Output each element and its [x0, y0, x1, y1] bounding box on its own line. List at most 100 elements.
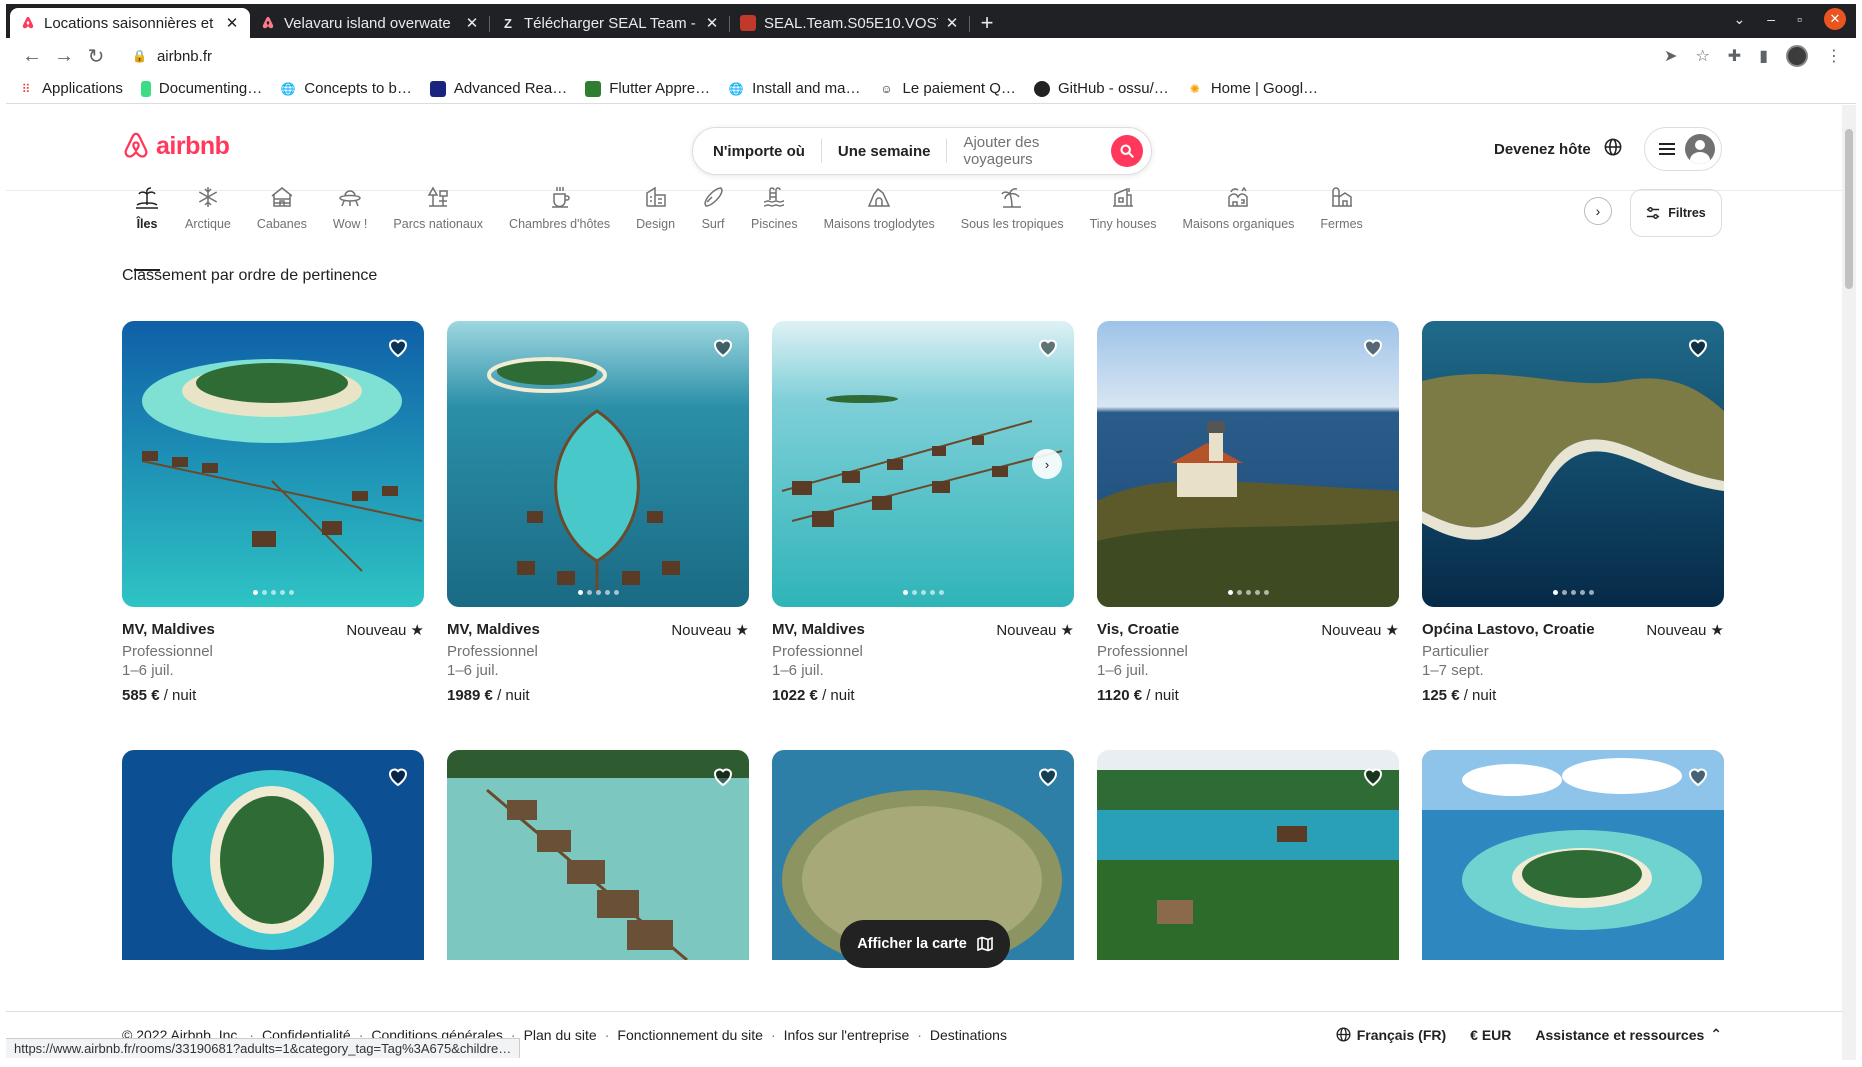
listing-card[interactable]	[447, 750, 749, 960]
bookmark-item[interactable]: GitHub - ossu/…	[1033, 80, 1169, 97]
heart-favorite-icon[interactable]	[711, 335, 735, 359]
close-tab-icon[interactable]: ✕	[224, 14, 240, 32]
listing-photo[interactable]	[1422, 750, 1724, 960]
bookmark-item[interactable]: 🌐 Concepts to b…	[280, 80, 412, 97]
tab-search-icon[interactable]: ⌄	[1734, 11, 1746, 28]
bookmark-star-icon[interactable]: ☆	[1695, 46, 1709, 66]
footer-link[interactable]: Destinations	[930, 1027, 1007, 1043]
listing-card[interactable]	[1097, 750, 1399, 960]
bookmark-item[interactable]: ✺ Home | Googl…	[1187, 80, 1318, 97]
bookmark-item[interactable]: Documenting…	[140, 80, 262, 97]
browser-tab[interactable]: Velavaru island overwate ✕	[250, 8, 490, 38]
browser-tab[interactable]: SEAL.Team.S05E10.VOSTF ✕	[730, 8, 970, 38]
side-panel-icon[interactable]: ▮	[1759, 46, 1768, 66]
heart-favorite-icon[interactable]	[1686, 335, 1710, 359]
back-arrow-icon[interactable]: ←	[16, 42, 48, 70]
show-map-button[interactable]: Afficher la carte	[840, 920, 1010, 968]
listing-photo[interactable]	[447, 321, 749, 607]
filters-button[interactable]: Filtres	[1630, 189, 1722, 237]
category-tropical[interactable]: Sous les tropiques	[948, 185, 1077, 255]
category-islands[interactable]: Îles	[122, 185, 172, 271]
new-tab-button[interactable]: +	[970, 8, 1004, 38]
category-surf[interactable]: Surf	[688, 185, 738, 255]
listing-photo[interactable]	[1097, 750, 1399, 960]
photo-next-button[interactable]: ›	[1032, 449, 1062, 479]
profile-avatar[interactable]	[1786, 45, 1808, 67]
search-button[interactable]	[1111, 135, 1143, 167]
minimize-icon[interactable]: –	[1767, 11, 1775, 27]
listing-card[interactable]: MV, Maldives Nouveau ★ Professionnel 1–6 …	[447, 321, 749, 704]
listing-card[interactable]: Vis, Croatie Nouveau ★ Professionnel 1–6 …	[1097, 321, 1399, 704]
category-pools[interactable]: Piscines	[738, 185, 811, 255]
globe-icon: 🌐	[728, 81, 744, 96]
bookmark-item[interactable]: ⠿ Applications	[18, 80, 123, 97]
heart-favorite-icon[interactable]	[711, 764, 735, 788]
listing-card[interactable]	[122, 750, 424, 960]
listing-card[interactable]	[1422, 750, 1724, 960]
heart-favorite-icon[interactable]	[386, 335, 410, 359]
heart-favorite-icon[interactable]	[1361, 764, 1385, 788]
menu-kebab-icon[interactable]: ⋮	[1826, 46, 1842, 66]
listing-photo[interactable]	[122, 321, 424, 607]
heart-favorite-icon[interactable]	[1686, 764, 1710, 788]
github-icon	[1033, 80, 1050, 97]
category-caves[interactable]: Maisons troglodytes	[811, 185, 948, 255]
listing-card[interactable]: Općina Lastovo, Croatie Nouveau ★ Particu…	[1422, 321, 1724, 704]
category-arctic[interactable]: Arctique	[172, 185, 244, 255]
heart-favorite-icon[interactable]	[1036, 335, 1060, 359]
close-tab-icon[interactable]: ✕	[464, 14, 480, 32]
scrollbar-thumb[interactable]	[1845, 129, 1853, 289]
currency-selector[interactable]: € EUR	[1470, 1027, 1511, 1043]
category-bed-breakfast[interactable]: Chambres d'hôtes	[496, 185, 623, 255]
category-design[interactable]: Design	[623, 185, 688, 255]
address-bar[interactable]: 🔒 airbnb.fr	[120, 42, 1664, 70]
close-window-icon[interactable]: ✕	[1824, 8, 1846, 30]
user-menu-button[interactable]	[1644, 127, 1722, 171]
heart-favorite-icon[interactable]	[1361, 335, 1385, 359]
airbnb-logo[interactable]: airbnb	[122, 131, 230, 161]
language-globe-icon[interactable]	[1604, 138, 1622, 161]
listing-photo[interactable]	[122, 750, 424, 960]
heart-favorite-icon[interactable]	[1036, 764, 1060, 788]
footer-link[interactable]: Fonctionnement du site	[617, 1027, 763, 1043]
browser-tab[interactable]: Locations saisonnières et ✕	[10, 8, 250, 38]
footer-link[interactable]: Infos sur l'entreprise	[784, 1027, 910, 1043]
category-organic-houses[interactable]: Maisons organiques	[1170, 185, 1308, 255]
category-wow[interactable]: Wow !	[320, 185, 381, 255]
category-scroll-right-button[interactable]: ›	[1584, 197, 1612, 225]
footer-link[interactable]: Plan du site	[524, 1027, 597, 1043]
lock-icon[interactable]: 🔒	[132, 49, 147, 63]
category-tiny-houses[interactable]: Tiny houses	[1077, 185, 1170, 255]
language-selector[interactable]: Français (FR)	[1336, 1027, 1446, 1043]
browser-tab[interactable]: Z Télécharger SEAL Team - S ✕	[490, 8, 730, 38]
bookmark-item[interactable]: Flutter Appre…	[585, 80, 710, 97]
listing-photo[interactable]	[447, 750, 749, 960]
listing-photo[interactable]: ›	[772, 321, 1074, 607]
heart-favorite-icon[interactable]	[386, 764, 410, 788]
send-icon[interactable]: ➤	[1664, 46, 1677, 66]
search-where[interactable]: N'importe où	[693, 139, 822, 163]
become-host-link[interactable]: Devenez hôte	[1494, 141, 1591, 158]
reload-icon[interactable]: ↻	[80, 42, 112, 70]
forward-arrow-icon[interactable]: →	[48, 42, 80, 70]
category-national-parks[interactable]: Parcs nationaux	[380, 185, 496, 255]
search-when[interactable]: Une semaine	[822, 139, 948, 163]
listing-photo[interactable]	[1422, 321, 1724, 607]
search-bar[interactable]: N'importe où Une semaine Ajouter des voy…	[692, 127, 1152, 175]
url-text: airbnb.fr	[156, 47, 212, 65]
extensions-icon[interactable]: ✚	[1728, 46, 1741, 66]
restore-icon[interactable]: ▫	[1797, 11, 1802, 27]
listing-card[interactable]: › MV, Maldives Nouveau ★ Professionnel 1–…	[772, 321, 1074, 704]
close-tab-icon[interactable]: ✕	[704, 14, 720, 32]
bookmark-item[interactable]: 🌐 Install and ma…	[728, 80, 861, 97]
close-tab-icon[interactable]: ✕	[944, 14, 960, 32]
bookmark-item[interactable]: ☺ Le paiement Q…	[879, 80, 1016, 97]
listing-card[interactable]: MV, Maldives Nouveau ★ Professionnel 1–6 …	[122, 321, 424, 704]
page-scrollbar[interactable]	[1842, 105, 1856, 1060]
search-guests[interactable]: Ajouter des voyageurs	[947, 134, 1111, 168]
bookmark-item[interactable]: Advanced Rea…	[429, 80, 567, 97]
category-cabins[interactable]: Cabanes	[244, 185, 320, 255]
support-resources-button[interactable]: Assistance et ressources ⌃	[1535, 1026, 1722, 1043]
category-farms[interactable]: Fermes	[1307, 185, 1375, 255]
listing-photo[interactable]	[1097, 321, 1399, 607]
